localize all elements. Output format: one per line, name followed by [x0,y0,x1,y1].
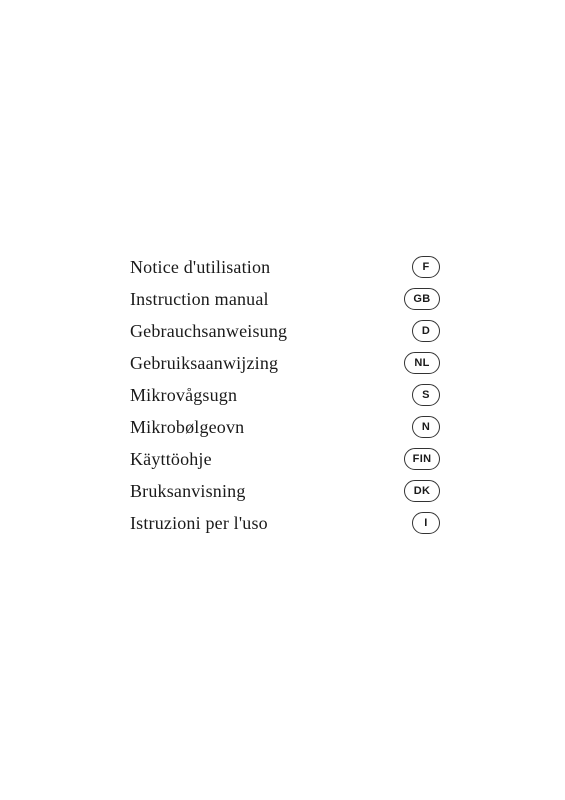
language-badge: S [412,384,440,406]
menu-label: Mikrobølgeovn [130,417,244,438]
list-item: Istruzioni per l'uso I [130,512,440,534]
list-item: Gebruiksaanwijzing NL [130,352,440,374]
page-container: Notice d'utilisation F Instruction manual G… [0,0,565,800]
language-badge: FIN [404,448,440,470]
language-badge: DK [404,480,440,502]
menu-label: Gebruiksaanwijzing [130,353,278,374]
list-item: Bruksanvisning DK [130,480,440,502]
list-item: Notice d'utilisation F [130,256,440,278]
menu-label: Käyttöohje [130,449,212,470]
menu-label: Notice d'utilisation [130,257,270,278]
menu-label: Istruzioni per l'uso [130,513,268,534]
list-item: Käyttöohje FIN [130,448,440,470]
menu-label: Mikrovågsugn [130,385,237,406]
language-badge: F [412,256,440,278]
list-item: Gebrauchsanweisung D [130,320,440,342]
language-badge: GB [404,288,440,310]
list-item: Mikrobølgeovn N [130,416,440,438]
language-badge: I [412,512,440,534]
menu-label: Gebrauchsanweisung [130,321,287,342]
list-item: Instruction manual GB [130,288,440,310]
list-item: Mikrovågsugn S [130,384,440,406]
language-badge: D [412,320,440,342]
menu-label: Bruksanvisning [130,481,246,502]
language-badge: NL [404,352,440,374]
language-badge: N [412,416,440,438]
menu-label: Instruction manual [130,289,269,310]
